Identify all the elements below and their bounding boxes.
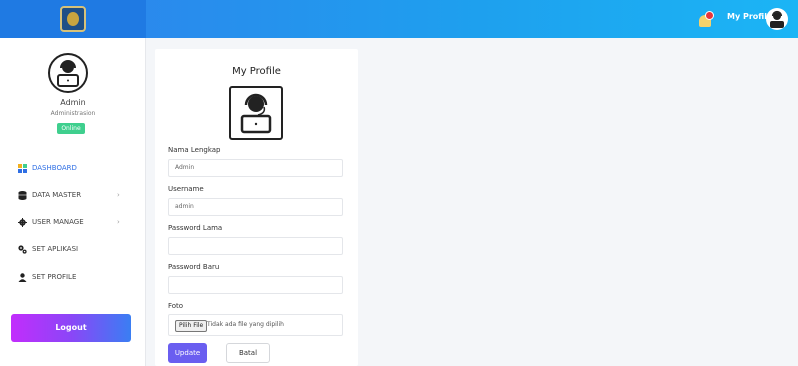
sidebar-item-label: SET APLIKASI [32, 245, 79, 253]
username-label: Username [168, 185, 204, 193]
password-lama-label: Password Lama [168, 224, 223, 232]
chevron-right-icon[interactable]: › [117, 218, 120, 226]
bell-icon[interactable] [697, 11, 717, 31]
nama-lengkap-label: Nama Lengkap [168, 146, 221, 154]
sidebar-user-role: Administrasion [50, 110, 96, 117]
user-icon [18, 272, 27, 282]
foto-label: Foto [168, 302, 184, 310]
sidebar-item-label: DATA MASTER [32, 191, 82, 199]
app-logo[interactable] [60, 6, 86, 32]
cancel-button[interactable]: Batal [226, 343, 270, 363]
password-lama-field[interactable] [168, 237, 343, 255]
file-status-text: Tidak ada file yang dipilih [207, 321, 284, 328]
choose-file-button[interactable]: Pilih File [175, 320, 208, 332]
sidebar-item-data-master[interactable]: DATA MASTER [18, 188, 81, 202]
brand-area [0, 0, 146, 38]
password-baru-field[interactable] [168, 276, 343, 294]
database-icon [18, 190, 27, 200]
profile-photo [229, 86, 283, 140]
profile-card: My Profile Nama Lengkap Admin Username a… [155, 49, 358, 366]
sidebar-item-label: DASHBOARD [32, 164, 77, 172]
dashboard-icon [18, 163, 27, 173]
gears-icon [18, 244, 27, 254]
nama-lengkap-field[interactable]: Admin [168, 159, 343, 177]
logout-button[interactable]: Logout [11, 314, 131, 342]
user-avatar [48, 53, 88, 93]
sidebar-user-name: Admin [60, 98, 86, 107]
chevron-right-icon[interactable]: › [117, 191, 120, 199]
top-navbar: My Profile [0, 0, 798, 38]
sidebar: Admin Administrasion Online DASHBOARD DA… [0, 38, 146, 366]
page-title: My Profile [232, 66, 281, 77]
sidebar-item-set-aplikasi[interactable]: SET APLIKASI [18, 242, 78, 256]
sidebar-item-set-profile[interactable]: SET PROFILE [18, 270, 76, 284]
status-badge: Online [57, 123, 85, 134]
sidebar-item-user-manage[interactable]: USER MANAGE [18, 215, 84, 229]
user-headset-icon[interactable] [766, 8, 788, 30]
password-baru-label: Password Baru [168, 263, 220, 271]
sidebar-item-label: USER MANAGE [32, 218, 84, 226]
gear-icon [18, 217, 27, 227]
notification-dot [705, 11, 714, 20]
update-button[interactable]: Update [168, 343, 207, 363]
sidebar-item-dashboard[interactable]: DASHBOARD [18, 161, 77, 175]
sidebar-item-label: SET PROFILE [32, 273, 77, 281]
username-field[interactable]: admin [168, 198, 343, 216]
foto-file-input[interactable]: Pilih File Tidak ada file yang dipilih [168, 314, 343, 336]
